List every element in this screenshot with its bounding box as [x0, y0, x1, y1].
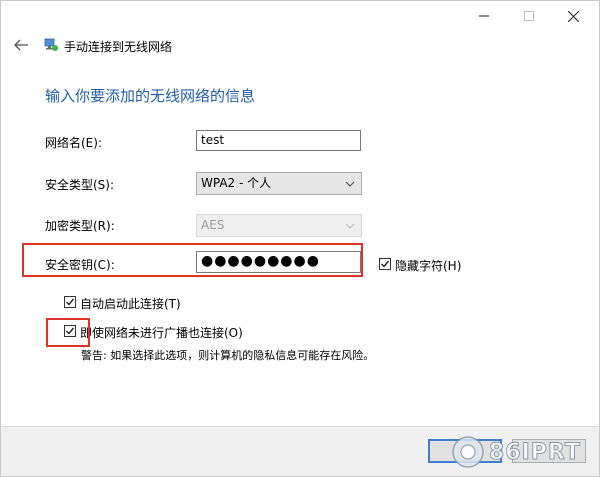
- hide-characters-checkbox[interactable]: [379, 258, 391, 270]
- encryption-type-select: AES: [196, 214, 362, 237]
- dialog-title: 手动连接到无线网络: [64, 40, 173, 54]
- network-name-input[interactable]: test: [196, 130, 361, 151]
- encryption-type-label: 加密类型(R):: [45, 219, 115, 233]
- security-type-label: 安全类型(S):: [45, 178, 115, 192]
- maximize-button[interactable]: [506, 1, 552, 31]
- security-key-highlight-box: [22, 243, 363, 277]
- checkmark-icon: [66, 298, 75, 306]
- chevron-down-icon: [345, 215, 355, 236]
- network-name-label: 网络名(E):: [45, 136, 102, 150]
- minimize-icon: [479, 15, 489, 17]
- auto-start-checkbox[interactable]: [64, 296, 76, 308]
- checkmark-icon: [381, 260, 390, 268]
- page-heading: 输入你要添加的无线网络的信息: [45, 87, 256, 105]
- security-type-select[interactable]: WPA2 - 个人: [196, 172, 362, 195]
- auto-start-label[interactable]: 自动启动此连接(T): [80, 295, 181, 312]
- connect-not-broadcasting-label[interactable]: 即使网络未进行广播也连接(O): [80, 324, 243, 341]
- encryption-type-value: AES: [201, 218, 225, 232]
- close-button[interactable]: [550, 1, 596, 31]
- warning-text: 警告: 如果选择此选项，则计算机的隐私信息可能存在风险。: [81, 349, 375, 362]
- checkbox-highlight-box: [46, 318, 90, 347]
- back-button[interactable]: [11, 37, 31, 53]
- hide-characters-label[interactable]: 隐藏字符(H): [395, 257, 461, 274]
- title-bar: [1, 1, 599, 33]
- back-arrow-icon: [14, 39, 28, 51]
- maximize-icon: [524, 11, 534, 21]
- watermark-logo-icon: [452, 436, 484, 468]
- network-icon: [44, 38, 58, 51]
- chevron-down-icon: [345, 173, 355, 194]
- watermark-text: 86IPRT: [489, 439, 581, 465]
- security-type-value: WPA2 - 个人: [201, 176, 272, 190]
- minimize-button[interactable]: [461, 1, 507, 31]
- dialog-window: 手动连接到无线网络 输入你要添加的无线网络的信息 网络名(E): test 安全…: [0, 0, 600, 477]
- watermark: 86IPRT: [451, 426, 599, 476]
- close-icon: [567, 10, 579, 22]
